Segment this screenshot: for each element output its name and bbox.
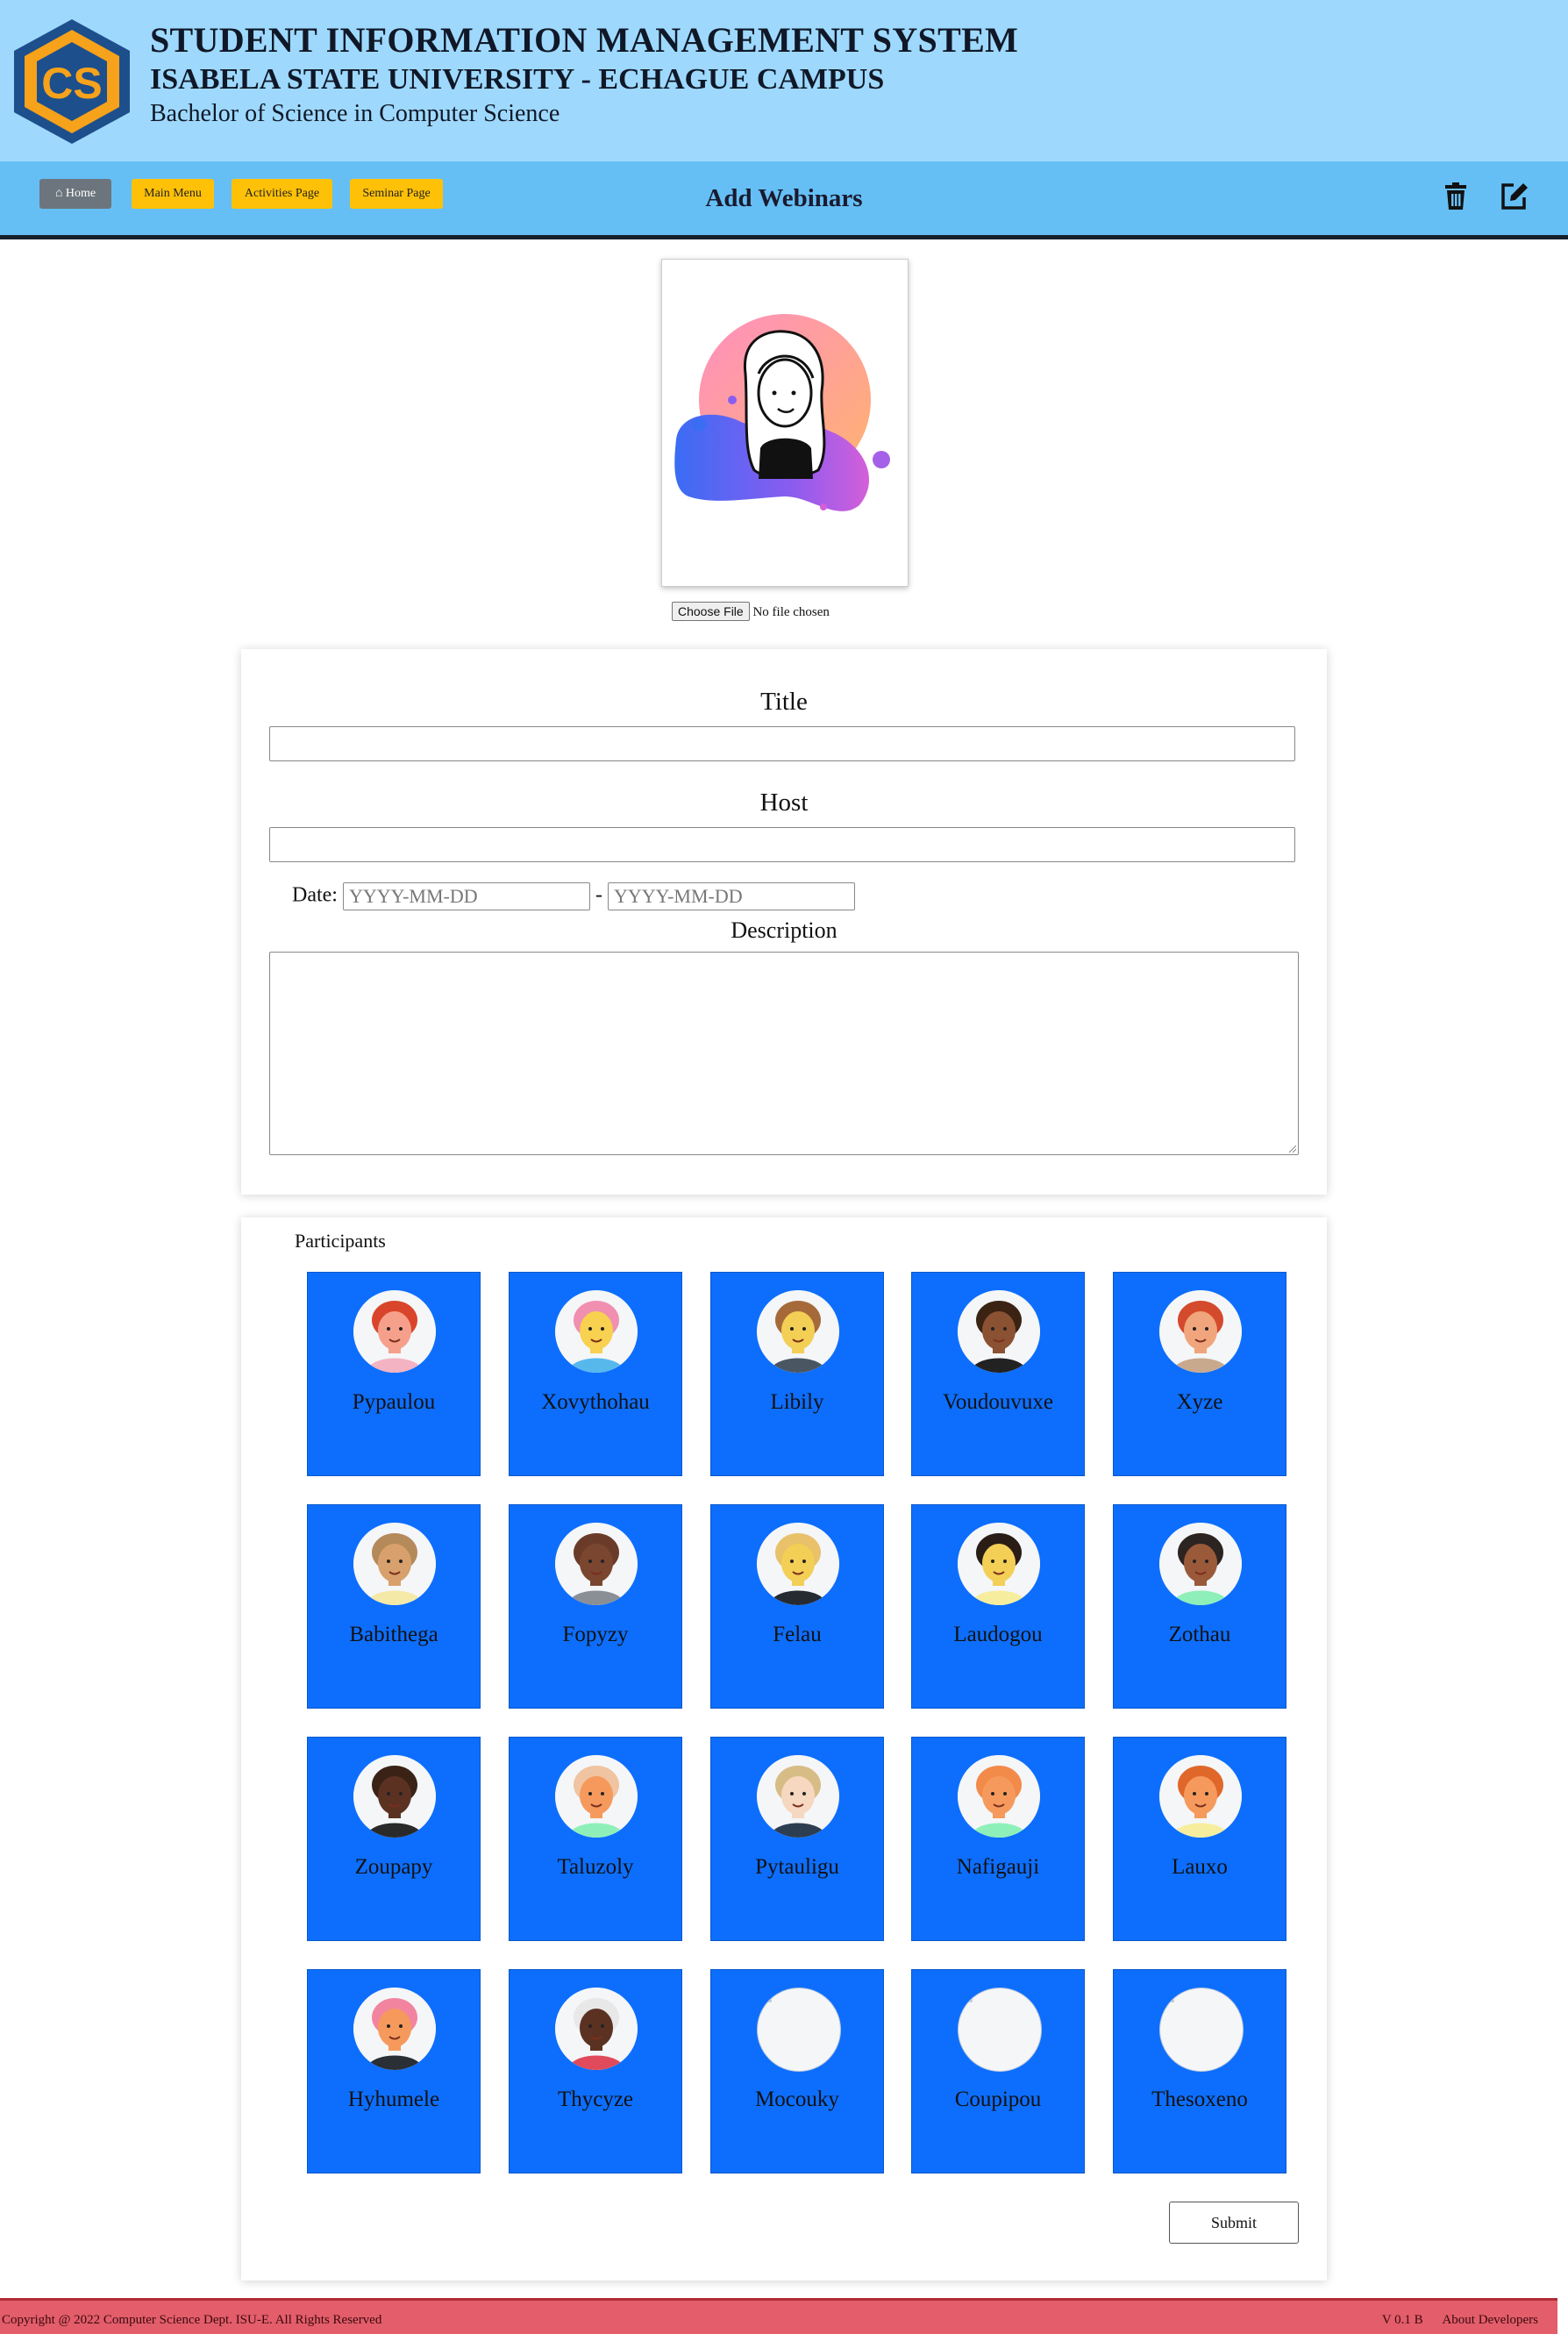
broken-image-icon: [757, 1988, 841, 2072]
webinar-image-preview: [661, 259, 909, 587]
participant-avatar: [555, 1988, 638, 2070]
participant-name: Thycyze: [557, 2088, 634, 2111]
participant-name: Coupipou: [954, 2088, 1042, 2111]
participant-tile[interactable]: Xyze: [1113, 1272, 1286, 1476]
participant-tile[interactable]: Laudogou: [911, 1504, 1085, 1709]
participant-tile[interactable]: Coupipou: [911, 1969, 1085, 2173]
host-input[interactable]: [269, 827, 1295, 862]
participant-avatar: [353, 1988, 436, 2070]
participant-avatar: [555, 1755, 638, 1838]
participant-name: Fopyzy: [562, 1623, 629, 1646]
participant-tile[interactable]: Hyhumele: [307, 1969, 481, 2173]
participant-name: Xyze: [1176, 1390, 1223, 1414]
choose-file-button[interactable]: Choose File: [672, 602, 750, 621]
participant-name: Xovythohau: [541, 1390, 650, 1414]
page-title: Add Webinars: [705, 184, 863, 212]
participant-tile[interactable]: Nafigauji: [911, 1737, 1085, 1941]
participant-avatar: [555, 1523, 638, 1605]
participant-avatar: [757, 1755, 839, 1838]
participant-name: Felau: [773, 1623, 822, 1646]
date-row: Date: YYYY-MM-DD - YYYY-MM-DD: [292, 882, 855, 910]
participant-tile[interactable]: Pytauligu: [710, 1737, 884, 1941]
participant-avatar: [353, 1523, 436, 1605]
participant-tile[interactable]: Fopyzy: [509, 1504, 682, 1709]
participant-name: Lauxo: [1172, 1855, 1228, 1879]
participant-tile[interactable]: Libily: [710, 1272, 884, 1476]
participant-avatar: [353, 1290, 436, 1373]
participant-tile[interactable]: Lauxo: [1113, 1737, 1286, 1941]
woman-illustration-image: [674, 314, 890, 511]
participant-name: Pypaulou: [352, 1390, 436, 1414]
trash-icon[interactable]: [1440, 180, 1472, 211]
participant-avatar: [555, 1290, 638, 1373]
program-name: Bachelor of Science in Computer Science: [150, 100, 560, 127]
participant-name: Pytauligu: [755, 1855, 839, 1879]
svg-text:CS: CS: [41, 59, 102, 108]
title-input[interactable]: [269, 726, 1295, 761]
participant-tile[interactable]: Thesoxeno: [1113, 1969, 1286, 2173]
participant-avatar: [757, 1290, 839, 1373]
participant-avatar: [353, 1755, 436, 1838]
participant-tile[interactable]: Zoupapy: [307, 1737, 481, 1941]
participant-tile[interactable]: Felau: [710, 1504, 884, 1709]
file-upload: Choose File No file chosen: [672, 602, 830, 621]
description-textarea[interactable]: [269, 952, 1299, 1155]
participant-name: Babithega: [349, 1623, 438, 1646]
file-status: No file chosen: [752, 605, 830, 619]
participant-avatar: [958, 1290, 1040, 1373]
submit-button[interactable]: Submit: [1169, 2202, 1299, 2244]
header-banner: CS STUDENT INFORMATION MANAGEMENT SYSTEM…: [0, 0, 1568, 161]
host-label: Host: [759, 789, 809, 817]
participant-name: Thesoxeno: [1151, 2088, 1248, 2111]
resize-grip-icon[interactable]: [1287, 1144, 1296, 1153]
participant-avatar: [1159, 1755, 1242, 1838]
about-developers-link[interactable]: About Developers: [1442, 2313, 1538, 2327]
participant-name: Zothau: [1168, 1623, 1231, 1646]
date-separator: -: [595, 883, 602, 907]
participant-tile[interactable]: Mocouky: [710, 1969, 884, 2173]
broken-image-icon: [958, 1988, 1042, 2072]
webinar-form-card: Title Host Date: YYYY-MM-DD - YYYY-MM-DD…: [241, 649, 1327, 1195]
participant-tile[interactable]: Taluzoly: [509, 1737, 682, 1941]
participant-name: Zoupapy: [354, 1855, 433, 1879]
start-date-input[interactable]: YYYY-MM-DD: [342, 882, 590, 910]
end-date-input[interactable]: YYYY-MM-DD: [607, 882, 855, 910]
edit-icon[interactable]: [1498, 180, 1529, 211]
participant-name: Nafigauji: [956, 1855, 1040, 1879]
participant-name: Hyhumele: [347, 2088, 440, 2111]
title-label: Title: [760, 688, 808, 716]
participant-avatar: [757, 1523, 839, 1605]
participant-name: Libily: [770, 1390, 824, 1414]
version-text: V 0.1 B: [1381, 2313, 1423, 2327]
participant-tile[interactable]: Zothau: [1113, 1504, 1286, 1709]
participant-avatar: [958, 1523, 1040, 1605]
participant-tile[interactable]: Pypaulou: [307, 1272, 481, 1476]
description-label: Description: [731, 917, 837, 943]
footer-right: V 0.1 B About Developers: [1366, 2313, 1538, 2328]
participant-name: Mocouky: [755, 2088, 839, 2111]
copyright-text: Copyright @ 2022 Computer Science Dept. …: [2, 2313, 382, 2327]
cs-logo-icon: CS: [14, 19, 130, 144]
participant-tile[interactable]: Babithega: [307, 1504, 481, 1709]
participants-card: Participants Pypaulou Xovythohau Libily Vou…: [241, 1217, 1327, 2280]
footer: Copyright @ 2022 Computer Science Dept. …: [0, 2298, 1557, 2334]
participant-avatar: [1159, 1523, 1242, 1605]
participant-name: Laudogou: [953, 1623, 1043, 1646]
participant-name: Voudouvuxe: [943, 1390, 1053, 1414]
participant-avatar: [958, 1755, 1040, 1838]
system-title: STUDENT INFORMATION MANAGEMENT SYSTEM: [150, 20, 1019, 60]
participants-label: Participants: [295, 1230, 386, 1252]
participant-avatar: [1159, 1290, 1242, 1373]
university-name: ISABELA STATE UNIVERSITY - ECHAGUE CAMPU…: [150, 63, 885, 96]
date-label: Date:: [292, 883, 338, 907]
broken-image-icon: [1159, 1988, 1244, 2072]
participant-tile[interactable]: Voudouvuxe: [911, 1272, 1085, 1476]
participant-name: Taluzoly: [557, 1855, 634, 1879]
participant-tile[interactable]: Xovythohau: [509, 1272, 682, 1476]
participant-tile[interactable]: Thycyze: [509, 1969, 682, 2173]
